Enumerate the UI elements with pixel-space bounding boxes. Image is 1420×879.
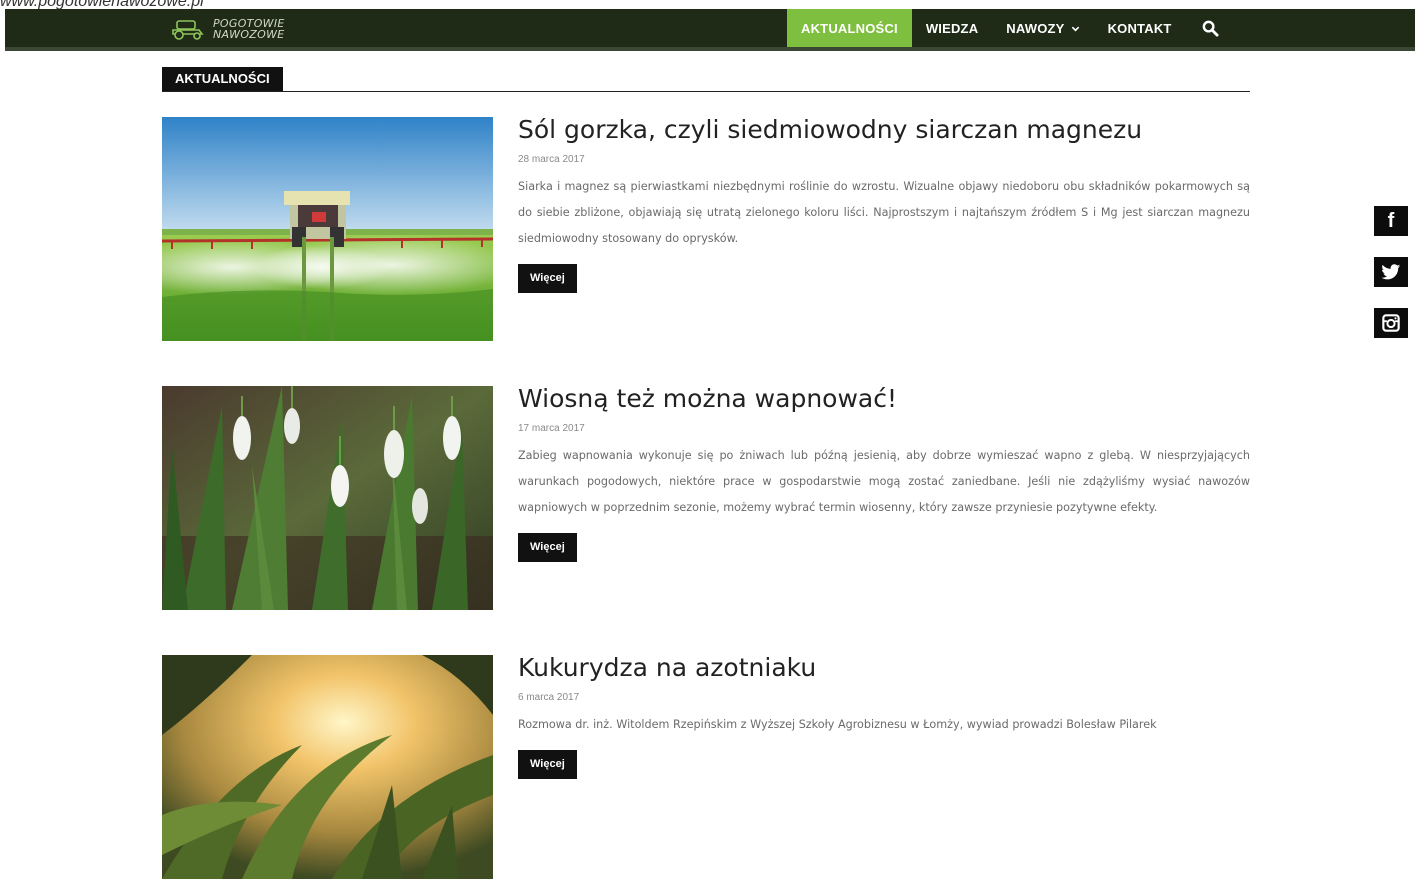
nav-item-kontakt[interactable]: KONTAKT (1094, 9, 1186, 47)
nav-item-aktualnosci[interactable]: AKTUALNOŚCI (787, 9, 912, 47)
section-header: AKTUALNOŚCI (162, 67, 1250, 92)
read-more-button[interactable]: Więcej (518, 750, 577, 779)
post-title[interactable]: Kukurydza na azotniaku (518, 653, 1250, 683)
nav-item-label: NAWOZY (1006, 20, 1065, 36)
post-title[interactable]: Sól gorzka, czyli siedmiowodny siarczan … (518, 115, 1250, 145)
section-title: AKTUALNOŚCI (162, 67, 283, 91)
logo-line-2: NAWOZOWE (213, 28, 285, 41)
post-content: Wiosną też można wapnować! 17 marca 2017… (518, 384, 1250, 562)
post-content: Kukurydza na azotniaku 6 marca 2017 Rozm… (518, 653, 1250, 779)
tractor-logo-icon (172, 20, 204, 40)
read-more-button[interactable]: Więcej (518, 533, 577, 562)
snowdrops-image (162, 386, 493, 610)
facebook-link[interactable]: f (1374, 206, 1408, 236)
post-date: 6 marca 2017 (518, 692, 580, 703)
post-date: 28 marca 2017 (518, 154, 585, 165)
post-excerpt: Zabieg wapnowania wykonuje się po żniwac… (518, 449, 1250, 514)
nav-item-label: WIEDZA (925, 20, 979, 36)
twitter-icon (1381, 263, 1401, 279)
nav-item-nawozy[interactable]: NAWOZY (992, 9, 1093, 47)
corn-sunset-image (162, 655, 493, 879)
nav-item-label: KONTAKT (1107, 20, 1172, 36)
chevron-down-icon (1071, 26, 1079, 31)
site-logo[interactable]: POGOTOWIE NAWOZOWE (169, 17, 285, 41)
post-thumbnail[interactable] (162, 386, 493, 610)
post-title[interactable]: Wiosną też można wapnować! (518, 384, 1250, 414)
search-button[interactable] (1186, 9, 1235, 47)
post-date: 17 marca 2017 (518, 423, 585, 434)
nav-item-wiedza[interactable]: WIEDZA (912, 9, 992, 47)
tractor-spraying-field-image (162, 117, 493, 341)
nav-item-label: AKTUALNOŚCI (801, 20, 898, 36)
post-excerpt: Siarka i magnez są pierwiastkami niezbęd… (518, 180, 1250, 245)
main-menu: AKTUALNOŚCI WIEDZA NAWOZY KONTAKT (787, 9, 1235, 47)
facebook-icon: f (1387, 210, 1395, 232)
top-navigation-bar: POGOTOWIE NAWOZOWE AKTUALNOŚCI WIEDZA NA… (5, 9, 1415, 51)
post-excerpt: Rozmowa dr. inż. Witoldem Rzepińskim z W… (518, 718, 1157, 731)
post-thumbnail[interactable] (162, 117, 493, 341)
search-icon (1202, 20, 1219, 37)
twitter-link[interactable] (1374, 257, 1408, 287)
instagram-icon (1382, 314, 1400, 332)
post-thumbnail[interactable] (162, 655, 493, 879)
url-caption: www.pogotowienawozowe.pl (0, 0, 204, 9)
read-more-button[interactable]: Więcej (518, 264, 577, 293)
instagram-link[interactable] (1374, 308, 1408, 338)
site-logo-text: POGOTOWIE NAWOZOWE (213, 18, 285, 40)
post-content: Sól gorzka, czyli siedmiowodny siarczan … (518, 115, 1250, 293)
